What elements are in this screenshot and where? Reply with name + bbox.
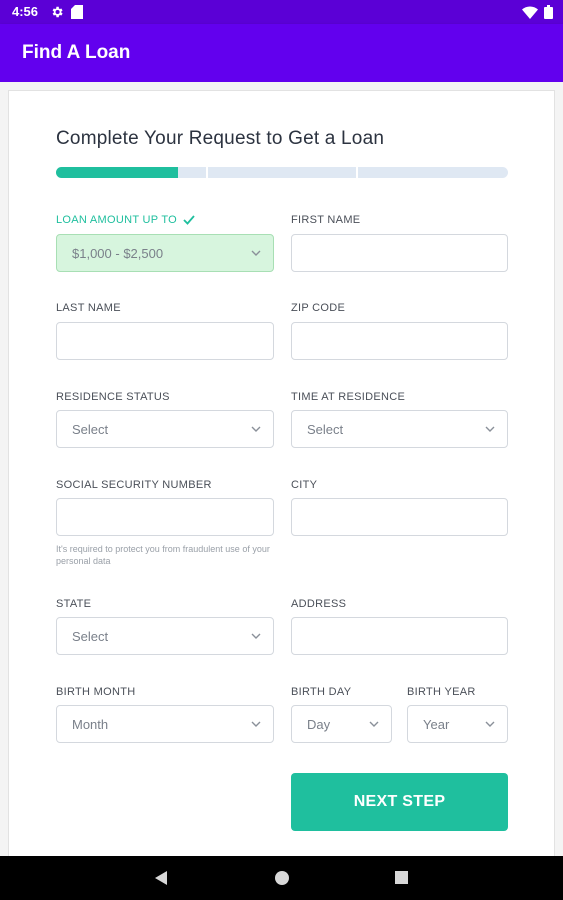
ssn-field[interactable] <box>56 498 274 536</box>
state-value: Select <box>72 629 109 644</box>
form-title: Complete Your Request to Get a Loan <box>56 128 385 149</box>
wifi-icon <box>522 5 538 19</box>
chevron-down-icon <box>369 721 379 727</box>
loan-amount-value: $1,000 - $2,500 <box>72 246 164 261</box>
app-title: Find A Loan <box>22 42 131 63</box>
last-name-field[interactable] <box>56 322 274 360</box>
app-bar: Find A Loan <box>0 24 563 82</box>
birth-month-select[interactable]: Month <box>56 705 274 743</box>
check-icon <box>183 215 196 225</box>
address-field[interactable] <box>291 617 508 655</box>
ssn-label: SOCIAL SECURITY NUMBER <box>56 479 212 491</box>
gear-icon <box>52 6 63 18</box>
progress-segment-1 <box>56 167 206 178</box>
birth-month-value: Month <box>72 717 109 732</box>
zip-code-label: ZIP CODE <box>291 302 346 314</box>
chevron-down-icon <box>251 633 261 639</box>
progress-segment-3 <box>358 167 508 178</box>
birth-day-label: BIRTH DAY <box>291 686 352 698</box>
time-at-residence-label: TIME AT RESIDENCE <box>291 391 406 403</box>
birth-year-label: BIRTH YEAR <box>407 686 476 698</box>
birth-year-select[interactable]: Year <box>407 705 508 743</box>
back-icon[interactable] <box>155 871 167 885</box>
first-name-field[interactable] <box>291 234 508 272</box>
status-bar: 4:56 <box>0 0 563 24</box>
battery-icon <box>544 5 553 19</box>
chevron-down-icon <box>485 426 495 432</box>
progress-bar <box>56 167 508 178</box>
residence-status-select[interactable]: Select <box>56 410 274 448</box>
birth-day-select[interactable]: Day <box>291 705 392 743</box>
birth-month-label: BIRTH MONTH <box>56 686 136 698</box>
city-label: CITY <box>291 479 318 491</box>
sd-card-icon <box>71 5 83 19</box>
progress-fill <box>56 167 178 178</box>
chevron-down-icon <box>251 721 261 727</box>
zip-code-field[interactable] <box>291 322 508 360</box>
loan-amount-label-text: LOAN AMOUNT UP TO <box>56 214 178 226</box>
state-select[interactable]: Select <box>56 617 274 655</box>
navigation-bar <box>0 856 563 900</box>
loan-amount-label: LOAN AMOUNT UP TO <box>56 214 196 226</box>
ssn-hint: It's required to protect you from fraudu… <box>56 544 270 566</box>
state-label: STATE <box>56 598 92 610</box>
chevron-down-icon <box>251 426 261 432</box>
city-field[interactable] <box>291 498 508 536</box>
time-at-residence-select[interactable]: Select <box>291 410 508 448</box>
first-name-label: FIRST NAME <box>291 214 361 226</box>
birth-day-value: Day <box>307 717 331 732</box>
recent-apps-icon[interactable] <box>395 871 408 884</box>
address-label: ADDRESS <box>291 598 347 610</box>
home-icon[interactable] <box>275 871 289 885</box>
status-time: 4:56 <box>12 4 39 19</box>
next-step-button[interactable]: NEXT STEP <box>291 773 508 831</box>
loan-amount-select[interactable]: $1,000 - $2,500 <box>56 234 274 272</box>
progress-segment-2 <box>208 167 356 178</box>
residence-status-label: RESIDENCE STATUS <box>56 391 170 403</box>
last-name-label: LAST NAME <box>56 302 121 314</box>
chevron-down-icon <box>251 250 261 256</box>
birth-year-value: Year <box>423 717 450 732</box>
residence-status-value: Select <box>72 422 109 437</box>
time-at-residence-value: Select <box>307 422 344 437</box>
chevron-down-icon <box>485 721 495 727</box>
